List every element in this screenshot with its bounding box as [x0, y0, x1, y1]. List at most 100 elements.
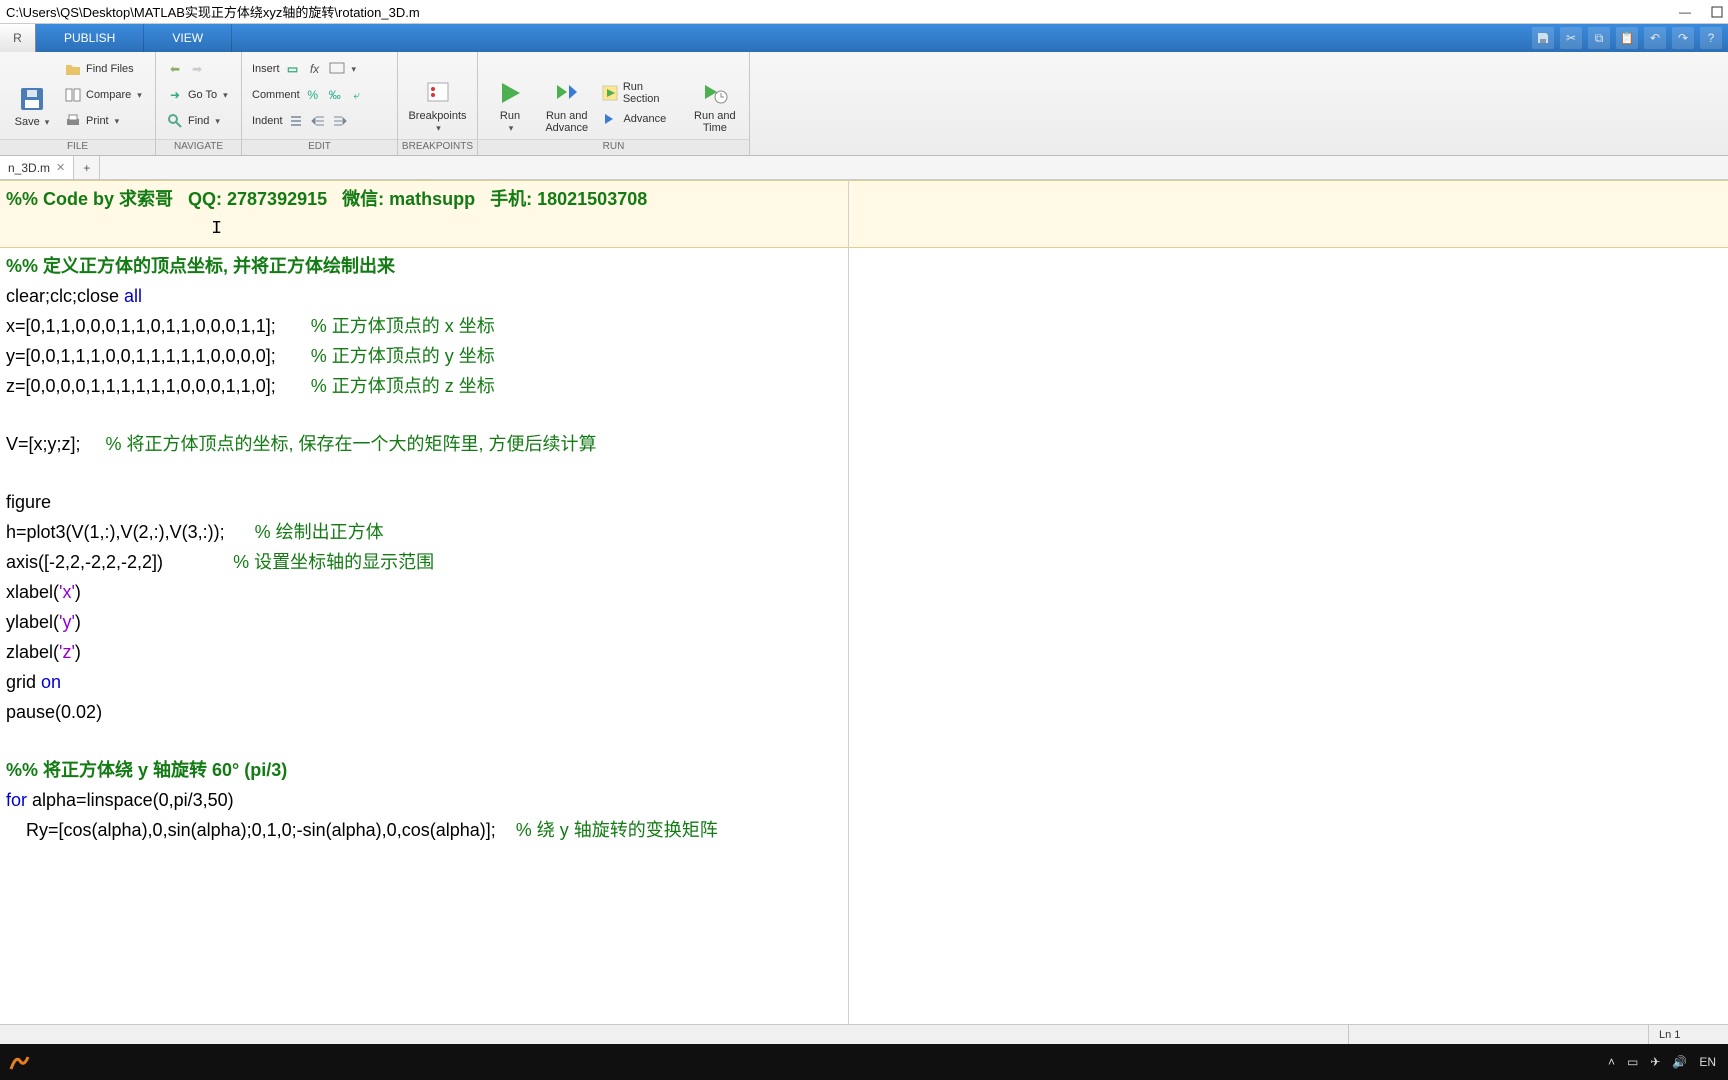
code-comment: % 设置坐标轴的显示范围 — [233, 552, 434, 572]
redo-icon[interactable]: ↷ — [1672, 27, 1694, 49]
code-comment: % 将正方体顶点的坐标, 保存在一个大的矩阵里, 方便后续计算 — [106, 434, 597, 454]
compare-button[interactable]: Compare▾ — [62, 82, 144, 108]
file-tab-rotation3d[interactable]: n_3D.m ✕ — [0, 156, 74, 179]
code-section-header: %% Code by 求索哥 QQ: 2787392915 微信: mathsu… — [6, 189, 647, 209]
save-icon[interactable] — [1532, 27, 1554, 49]
goto-button[interactable]: ➜ Go To▾ — [164, 82, 230, 108]
tray-language[interactable]: EN — [1699, 1055, 1716, 1069]
window-minimize-button[interactable]: — — [1678, 5, 1692, 19]
new-tab-button[interactable]: + — [74, 156, 100, 179]
advance-button[interactable]: Advance — [599, 106, 682, 132]
code-text: xlabel( — [6, 582, 59, 602]
code-text: Ry=[cos(alpha),0,sin(alpha);0,1,0;-sin(a… — [6, 820, 516, 840]
insert-fx-icon[interactable]: fx — [306, 60, 324, 78]
advance-icon — [601, 110, 619, 128]
cut-icon[interactable]: ✂ — [1560, 27, 1582, 49]
nav-back-forward[interactable]: ⬅ ➡ — [164, 56, 230, 82]
ribbon-group-run: Run▾ Run and Advance Run Section Advance… — [478, 52, 750, 155]
code-text: ylabel( — [6, 612, 59, 632]
status-bar: Ln 1 — [0, 1024, 1728, 1044]
code-text: z=[0,0,0,0,1,1,1,1,1,1,0,0,0,1,1,0]; — [6, 376, 311, 396]
comment-percent-icon[interactable]: % — [304, 86, 322, 104]
code-keyword: for — [6, 790, 27, 810]
ribbon-group-file: Save ▾ Find Files Compare▾ Print▾ FILE — [0, 52, 156, 155]
code-string: 'z' — [59, 642, 75, 662]
editor-file-tabs: n_3D.m ✕ + — [0, 156, 1728, 180]
code-editor[interactable]: %% Code by 求索哥 QQ: 2787392915 微信: mathsu… — [0, 180, 1728, 1024]
ribbon-group-breakpoints: Breakpoints▾ BREAKPOINTS — [398, 52, 478, 155]
window-title: C:\Users\QS\Desktop\MATLAB实现正方体绕xyz轴的旋转\… — [6, 2, 420, 21]
code-text: figure — [6, 492, 51, 512]
code-text: x=[0,1,1,0,0,0,1,1,0,1,1,0,0,0,1,1]; — [6, 316, 311, 336]
insert-section-icon[interactable]: ▭ — [284, 60, 302, 78]
comment-button[interactable]: Comment % ‰ ⤶ — [250, 82, 368, 108]
tray-chevron-icon[interactable]: ˄ — [1608, 1055, 1615, 1069]
paste-icon[interactable]: 📋 — [1616, 27, 1638, 49]
breakpoints-icon — [423, 78, 453, 108]
code-text: grid — [6, 672, 41, 692]
compare-icon — [64, 86, 82, 104]
window-titlebar: C:\Users\QS\Desktop\MATLAB实现正方体绕xyz轴的旋转\… — [0, 0, 1728, 24]
indent-icon[interactable] — [287, 112, 305, 130]
run-time-icon — [700, 78, 730, 108]
code-comment: % 正方体顶点的 z 坐标 — [311, 376, 495, 396]
code-string: 'x' — [59, 582, 75, 602]
ribbon-group-edit: Insert ▭ fx ▾ Comment % ‰ ⤶ Indent — [242, 52, 398, 155]
code-comment: % 绕 y 轴旋转的变换矩阵 — [516, 820, 718, 840]
code-section-header: %% 将正方体绕 y 轴旋转 60° (pi/3) — [6, 760, 287, 780]
run-section-icon — [601, 84, 618, 102]
copy-icon[interactable]: ⧉ — [1588, 27, 1610, 49]
save-disk-icon — [17, 84, 47, 114]
code-text: V=[x;y;z]; — [6, 434, 106, 454]
code-text: pause(0.02) — [6, 702, 102, 722]
system-tray: ˄ ▭ ✈ 🔊 EN — [1608, 1055, 1722, 1069]
code-text: ) — [75, 582, 81, 602]
ribbon-group-title-navigate: NAVIGATE — [156, 139, 241, 155]
ribbon-tab-editor[interactable]: R — [0, 24, 36, 52]
ribbon-group-title-edit: EDIT — [242, 139, 397, 155]
code-text: h=plot3(V(1,:),V(2,:),V(3,:)); — [6, 522, 255, 542]
taskbar-matlab-icon[interactable] — [6, 1049, 32, 1075]
insert-button[interactable]: Insert ▭ fx ▾ — [250, 56, 368, 82]
status-line-col: Ln 1 — [1648, 1025, 1728, 1044]
undo-icon[interactable]: ↶ — [1644, 27, 1666, 49]
tray-battery-icon[interactable]: ▭ — [1627, 1055, 1638, 1069]
print-button[interactable]: Print▾ — [62, 108, 144, 134]
code-text: clear;clc;close — [6, 286, 124, 306]
ribbon-group-navigate: ⬅ ➡ ➜ Go To▾ Find▾ NAVIGATE — [156, 52, 242, 155]
wrap-comment-icon[interactable]: ⤶ — [348, 86, 366, 104]
find-files-button[interactable]: Find Files — [62, 56, 144, 82]
status-cell-info — [1348, 1025, 1648, 1044]
ribbon-group-title-run: RUN — [478, 139, 749, 155]
indent-more-icon[interactable] — [309, 112, 327, 130]
back-arrow-icon: ⬅ — [166, 60, 184, 78]
magnifier-icon — [166, 112, 184, 130]
code-text: axis([-2,2,-2,2,-2,2]) — [6, 552, 233, 572]
code-comment: % 正方体顶点的 y 坐标 — [311, 346, 495, 366]
indent-button[interactable]: Indent — [250, 108, 368, 134]
find-button[interactable]: Find▾ — [164, 108, 230, 134]
windows-taskbar: ˄ ▭ ✈ 🔊 EN — [0, 1044, 1728, 1080]
file-tab-label: n_3D.m — [8, 161, 50, 175]
close-tab-icon[interactable]: ✕ — [56, 161, 65, 174]
quick-access-toolbar: ✂ ⧉ 📋 ↶ ↷ ? — [1532, 24, 1728, 52]
code-keyword: on — [41, 672, 61, 692]
tray-volume-icon[interactable]: 🔊 — [1672, 1055, 1687, 1069]
code-text: y=[0,0,1,1,1,0,0,1,1,1,1,1,0,0,0,0]; — [6, 346, 311, 366]
ribbon-tab-publish[interactable]: PUBLISH — [36, 24, 144, 52]
code-string: 'y' — [59, 612, 75, 632]
tray-airplane-icon[interactable]: ✈ — [1650, 1055, 1660, 1069]
code-text: ) — [75, 642, 81, 662]
run-play-icon — [495, 78, 525, 108]
run-advance-icon — [552, 78, 582, 108]
help-icon[interactable]: ? — [1700, 27, 1722, 49]
uncomment-icon[interactable]: ‰ — [326, 86, 344, 104]
insert-dropdown-icon[interactable] — [328, 60, 346, 78]
ribbon: Save ▾ Find Files Compare▾ Print▾ FILE — [0, 52, 1728, 156]
indent-less-icon[interactable] — [331, 112, 349, 130]
run-section-button[interactable]: Run Section — [599, 80, 682, 106]
print-icon — [64, 112, 82, 130]
ribbon-tab-view[interactable]: VIEW — [144, 24, 232, 52]
folder-search-icon — [64, 60, 82, 78]
window-maximize-button[interactable] — [1710, 5, 1724, 19]
